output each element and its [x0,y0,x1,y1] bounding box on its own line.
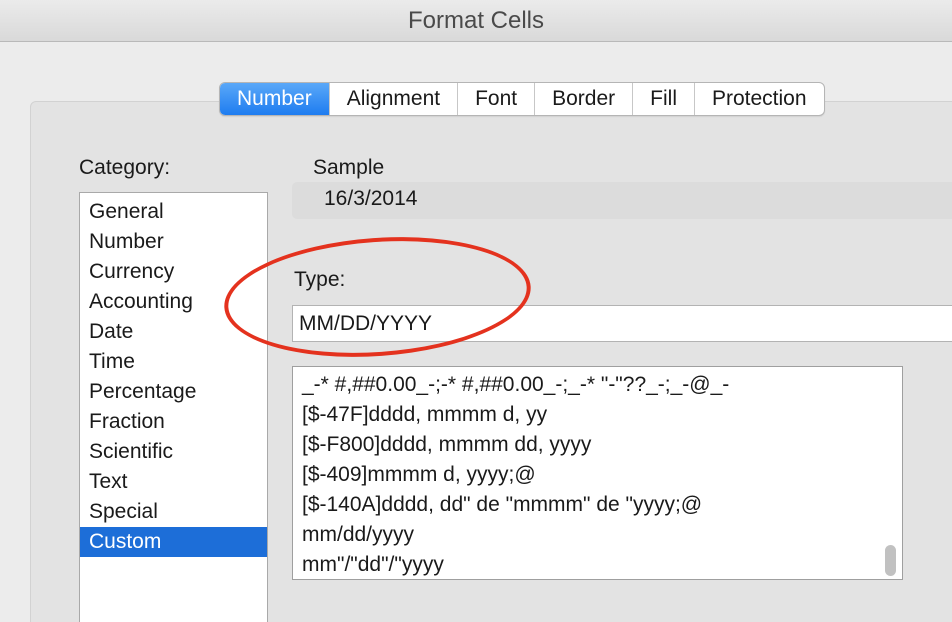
tab-alignment[interactable]: Alignment [328,83,457,115]
category-item-scientific[interactable]: Scientific [80,437,267,467]
category-item-fraction[interactable]: Fraction [80,407,267,437]
format-list-item[interactable]: _-* #,##0.00_-;-* #,##0.00_-;_-* "-"??_-… [293,370,902,400]
format-list-item[interactable]: mm"/"dd"/"yyyy [293,550,902,579]
category-item-date[interactable]: Date [80,317,267,347]
type-label: Type: [294,268,346,291]
category-item-number[interactable]: Number [80,227,267,257]
tab-border[interactable]: Border [534,83,632,115]
format-code-list[interactable]: _-* #,##0.00_-;-* #,##0.00_-;_-* "-"??_-… [292,366,903,580]
category-item-custom[interactable]: Custom [80,527,267,557]
category-item-currency[interactable]: Currency [80,257,267,287]
tab-number[interactable]: Number [220,83,329,115]
sample-value: 16/3/2014 [292,182,952,219]
category-item-general[interactable]: General [80,197,267,227]
category-item-special[interactable]: Special [80,497,267,527]
format-list-scrollbar[interactable] [885,545,896,576]
format-list-item[interactable]: [$-47F]dddd, mmmm d, yy [293,400,902,430]
format-list-item[interactable]: [$-F800]dddd, mmmm dd, yyyy [293,430,902,460]
category-item-percentage[interactable]: Percentage [80,377,267,407]
format-list-item[interactable]: mm/dd/yyyy [293,520,902,550]
sample-label: Sample [313,156,385,179]
type-input[interactable] [292,305,952,342]
tab-font[interactable]: Font [457,83,534,115]
tab-fill[interactable]: Fill [632,83,694,115]
tab-protection[interactable]: Protection [693,83,824,115]
category-item-time[interactable]: Time [80,347,267,377]
category-item-accounting[interactable]: Accounting [80,287,267,317]
category-label: Category: [79,156,171,179]
window-title: Format Cells [0,0,952,42]
tab-bar: Number Alignment Font Border Fill Protec… [219,82,825,116]
category-item-text[interactable]: Text [80,467,267,497]
format-list-item[interactable]: [$-140A]dddd, dd" de "mmmm" de "yyyy;@ [293,490,902,520]
format-list-item[interactable]: [$-409]mmmm d, yyyy;@ [293,460,902,490]
category-list[interactable]: General Number Currency Accounting Date … [79,192,268,622]
